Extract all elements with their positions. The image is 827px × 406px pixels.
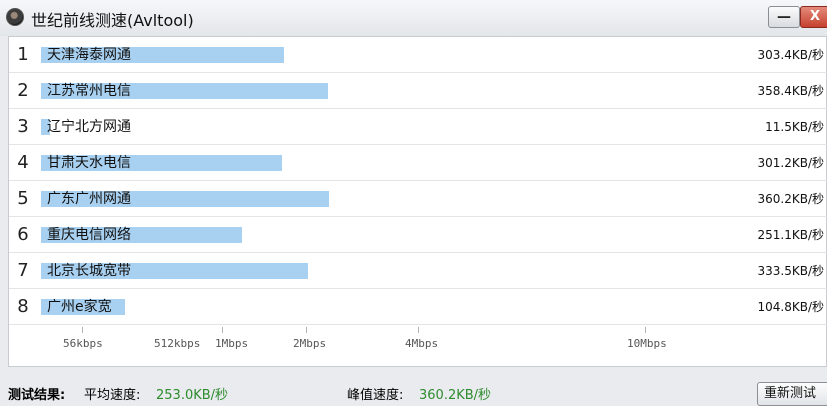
speed-value: 303.4KB/秒 — [757, 48, 825, 62]
scale-label-512kbps: 512kbps — [154, 337, 201, 350]
list-item: 8 广州e家宽 104.8KB/秒 — [9, 289, 827, 325]
list-item: 5 广东广州网通 360.2KB/秒 — [9, 181, 827, 217]
speed-value: 360.2KB/秒 — [757, 192, 825, 206]
scale-label-10mbps: 10Mbps — [627, 337, 667, 350]
speed-value: 358.4KB/秒 — [757, 84, 825, 98]
scale-tick — [222, 327, 223, 333]
isp-name: 北京长城宽带 — [47, 263, 131, 279]
row-index: 5 — [17, 188, 29, 209]
speed-value: 11.5KB/秒 — [765, 120, 824, 134]
scale-label-4mbps: 4Mbps — [405, 337, 439, 350]
isp-name: 甘肃天水电信 — [47, 155, 131, 171]
result-bar: 测试结果: 平均速度: 253.0KB/秒 峰值速度: 360.2KB/秒 重新… — [0, 367, 827, 406]
row-index: 3 — [17, 116, 29, 137]
scale-tick — [645, 327, 646, 333]
list-item: 4 甘肃天水电信 301.2KB/秒 — [9, 145, 827, 181]
isp-name: 辽宁北方网通 — [47, 119, 131, 135]
speed-value: 333.5KB/秒 — [757, 264, 825, 278]
window-title: 世纪前线测速(Avltool) — [31, 11, 194, 30]
minimize-button[interactable]: — — [768, 6, 800, 28]
list-item: 3 辽宁北方网通 11.5KB/秒 — [9, 109, 827, 145]
isp-name: 广东广州网通 — [47, 191, 131, 207]
scale-tick — [306, 327, 307, 333]
isp-name: 天津海泰网通 — [47, 47, 131, 63]
row-index: 6 — [17, 224, 29, 245]
result-heading: 测试结果: — [8, 388, 66, 403]
list-item: 6 重庆电信网络 251.1KB/秒 — [9, 217, 827, 253]
peak-speed-value: 360.2KB/秒 — [419, 388, 492, 403]
speed-value: 104.8KB/秒 — [757, 300, 825, 314]
retest-button[interactable]: 重新测试 — [757, 382, 827, 406]
results-list: 1 天津海泰网通 303.4KB/秒 2 江苏常州电信 358.4KB/秒 3 … — [8, 36, 827, 367]
row-index: 1 — [17, 44, 29, 65]
scale-label-56kbps: 56kbps — [63, 337, 103, 350]
list-item: 7 北京长城宽带 333.5KB/秒 — [9, 253, 827, 289]
isp-name: 重庆电信网络 — [47, 227, 131, 243]
speed-value: 251.1KB/秒 — [757, 228, 825, 242]
speed-value: 301.2KB/秒 — [757, 156, 825, 170]
scale-label-1mbps: 1Mbps — [215, 337, 249, 350]
isp-name: 广州e家宽 — [47, 299, 112, 315]
average-speed-value: 253.0KB/秒 — [156, 388, 229, 403]
peak-speed-label: 峰值速度: — [347, 388, 404, 403]
app-logo-icon — [6, 8, 24, 26]
row-index: 8 — [17, 296, 29, 317]
close-button[interactable]: X — [800, 6, 827, 28]
title-bar: 世纪前线测速(Avltool) — X — [0, 0, 827, 36]
row-index: 7 — [17, 260, 29, 281]
row-index: 2 — [17, 80, 29, 101]
list-item: 1 天津海泰网通 303.4KB/秒 — [9, 37, 827, 73]
average-speed-label: 平均速度: — [84, 388, 141, 403]
row-index: 4 — [17, 152, 29, 173]
isp-name: 江苏常州电信 — [47, 83, 131, 99]
list-item: 2 江苏常州电信 358.4KB/秒 — [9, 73, 827, 109]
scale-label-2mbps: 2Mbps — [293, 337, 327, 350]
scale-tick — [82, 327, 83, 333]
scale-tick — [418, 327, 419, 333]
